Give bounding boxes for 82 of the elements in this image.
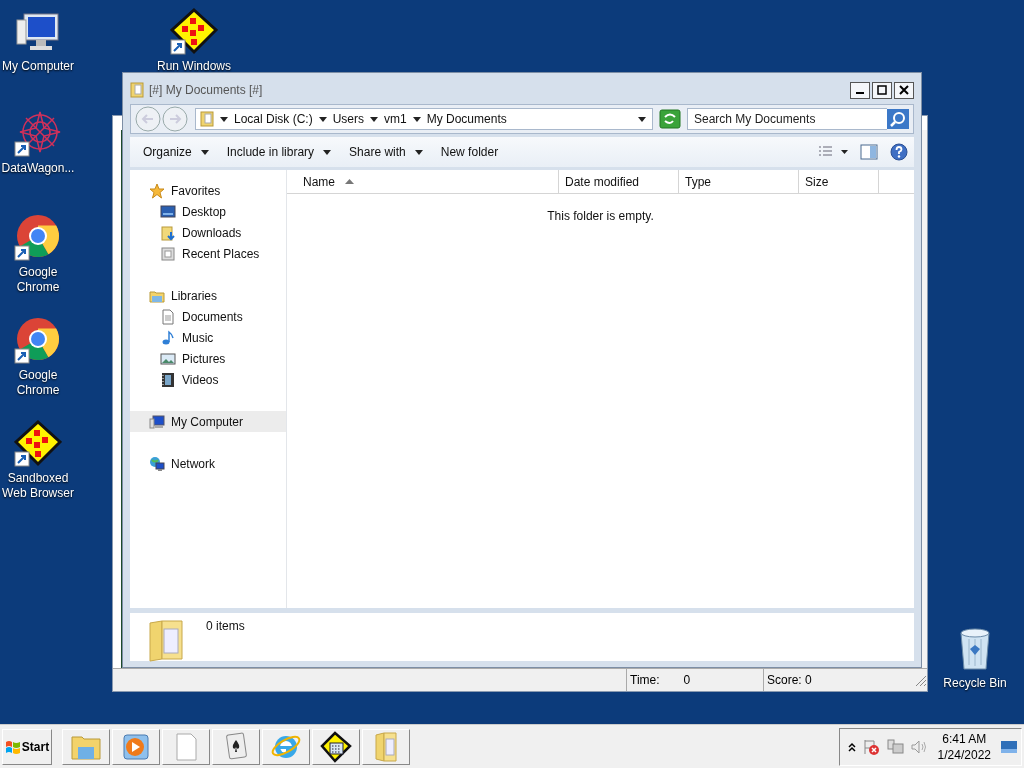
nav-item[interactable]: My Computer	[130, 411, 286, 432]
toolbar-button[interactable]: Include in library	[219, 142, 339, 162]
computer-icon	[149, 413, 165, 430]
view-options-icon[interactable]	[818, 145, 848, 159]
film-icon	[160, 371, 176, 388]
sort-arrow-icon	[345, 179, 354, 184]
icon-label[interactable]: Google Chrome	[0, 368, 76, 398]
column-header[interactable]: Type	[679, 170, 799, 193]
nav-item[interactable]: Libraries	[130, 285, 286, 306]
nav-item[interactable]: Videos	[130, 369, 286, 390]
toolbar-button[interactable]: Share with	[342, 142, 430, 162]
resize-grip-icon	[913, 673, 927, 687]
folder-icon	[148, 619, 184, 663]
caret-icon	[414, 149, 423, 155]
window-title: [#] My Documents [#]	[149, 83, 264, 97]
recent-places-icon	[160, 245, 176, 262]
dropdown-caret-icon	[638, 116, 646, 122]
icon-label[interactable]: Google Chrome	[0, 265, 76, 295]
close-button[interactable]	[894, 81, 914, 99]
minimize-button[interactable]	[850, 81, 870, 99]
nav-item[interactable]: Pictures	[130, 348, 286, 369]
icon-label[interactable]: Sandboxed Web Browser	[0, 471, 76, 501]
folder-icon	[130, 82, 144, 98]
column-header[interactable]: Size	[799, 170, 879, 193]
search-field[interactable]: Search My Documents	[687, 108, 887, 130]
preview-pane-icon[interactable]	[860, 144, 878, 160]
nav-item[interactable]: Desktop	[130, 201, 286, 222]
item-count: 0 items	[206, 619, 245, 633]
icon-label[interactable]: My Computer	[2, 59, 74, 74]
maximize-button[interactable]	[872, 81, 892, 99]
empty-message: This folder is empty.	[546, 208, 655, 223]
flag-icon[interactable]	[861, 737, 880, 756]
calculator-icon	[320, 730, 352, 763]
nav-item[interactable]: Downloads	[130, 222, 286, 243]
start-button[interactable]: Start	[2, 728, 52, 765]
status-value: 0	[683, 673, 691, 687]
picture-icon	[160, 350, 176, 367]
folder-download-icon	[160, 224, 176, 241]
nav-item[interactable]: Network	[130, 453, 286, 474]
maximize-icon	[877, 85, 887, 95]
column-header[interactable]: Date modified	[559, 170, 679, 193]
nav-item[interactable]: Recent Places	[130, 243, 286, 264]
close-icon	[899, 85, 909, 95]
nav-item[interactable]: Music	[130, 327, 286, 348]
nav-item[interactable]: Favorites	[130, 180, 286, 201]
star-icon	[149, 182, 165, 199]
breadcrumb-caret-icon	[412, 116, 421, 122]
network-icon	[149, 455, 165, 472]
breadcrumb-item[interactable]: Users	[332, 112, 365, 126]
search-icon[interactable]	[887, 109, 909, 129]
music-note-icon	[160, 329, 176, 346]
caret-icon	[323, 149, 332, 155]
nav-item[interactable]: Documents	[130, 306, 286, 327]
clock[interactable]: 6:41 AM 1/24/2022	[937, 730, 991, 763]
taskbar-button[interactable]	[212, 728, 260, 765]
breadcrumb-caret-icon	[220, 116, 228, 122]
address-field[interactable]: Local Disk (C:) Users vm1 My Documents	[195, 108, 653, 130]
icon-label[interactable]: DataWagon...	[1, 161, 75, 176]
show-desktop-icon[interactable]	[1001, 740, 1017, 753]
status-label: Time:	[630, 673, 660, 687]
breadcrumb-caret-icon	[370, 116, 379, 122]
breadcrumb-caret-icon	[318, 116, 327, 122]
taskbar-button[interactable]	[312, 728, 360, 765]
breadcrumb-item[interactable]: Local Disk (C:)	[234, 112, 313, 126]
network-icon[interactable]	[885, 737, 904, 756]
breadcrumb-item[interactable]: vm1	[384, 112, 407, 126]
windows-flag-icon	[4, 739, 21, 754]
icon-label[interactable]: Run Windows	[157, 59, 231, 74]
minimize-icon	[856, 92, 864, 94]
chevron-up-icon[interactable]	[847, 741, 856, 752]
icon-label[interactable]: Recycle Bin	[943, 676, 1007, 691]
column-header[interactable]: Name	[287, 170, 559, 193]
refresh-icon[interactable]	[659, 109, 681, 129]
document-icon	[160, 308, 176, 325]
toolbar-button[interactable]: New folder	[433, 142, 506, 162]
status-text: Score: 0	[767, 673, 812, 687]
monitor-icon	[160, 203, 176, 220]
breadcrumb-item[interactable]: My Documents	[426, 112, 507, 126]
toolbar-button[interactable]: Organize	[136, 142, 216, 162]
folder-icon	[200, 111, 214, 127]
help-icon[interactable]	[890, 143, 908, 161]
caret-icon	[200, 149, 209, 155]
